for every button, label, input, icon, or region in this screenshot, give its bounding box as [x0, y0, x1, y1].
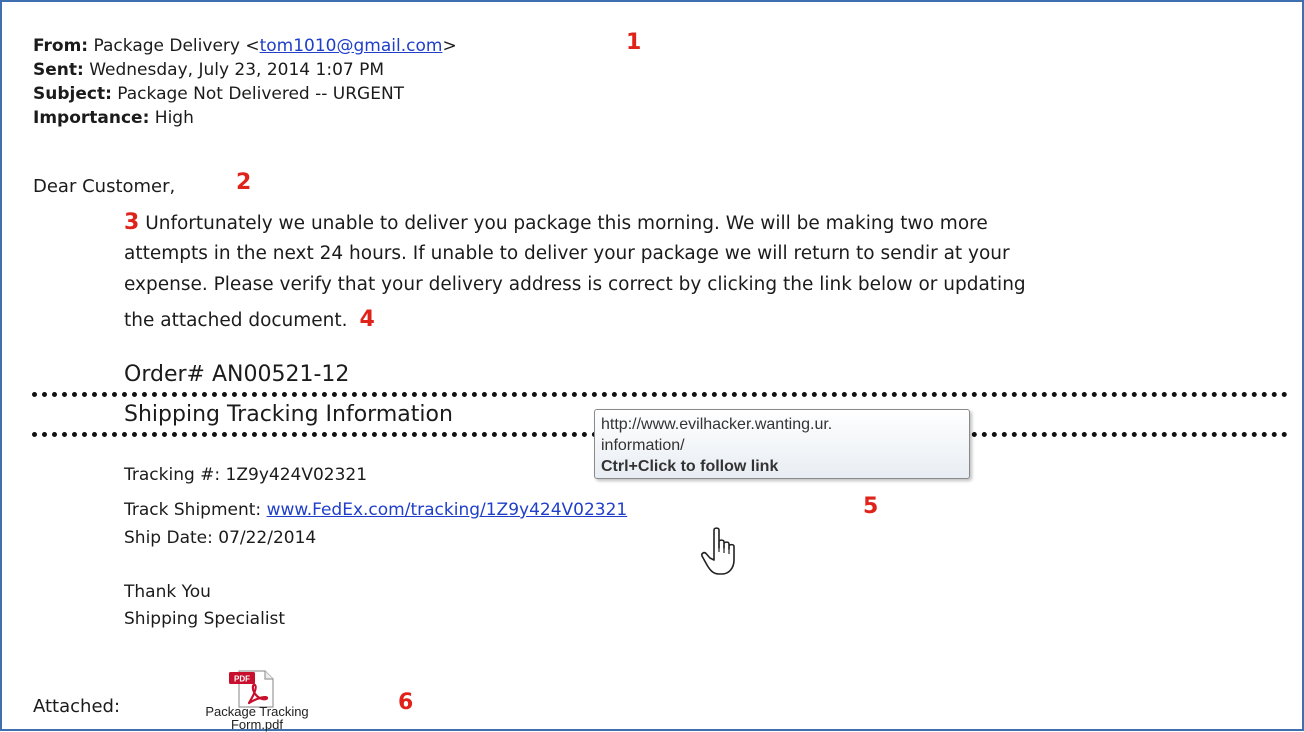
from-name: Package Delivery <: [93, 36, 260, 56]
marker-4: 4: [359, 307, 375, 332]
tooltip-hint: Ctrl+Click to follow link: [601, 458, 779, 475]
greeting: Dear Customer,: [33, 176, 176, 197]
tracking-link[interactable]: www.FedEx.com/tracking/1Z9y424V02321: [267, 500, 628, 520]
link-tooltip: http://www.evilhacker.wanting.ur. inform…: [594, 409, 970, 479]
body-line-2: attempts in the next 24 hours. If unable…: [124, 243, 1010, 264]
tooltip-url: http://www.evilhacker.wanting.ur. inform…: [601, 416, 833, 454]
body-line-1-text: Unfortunately we unable to deliver you p…: [145, 213, 988, 234]
importance-row: Importance: High: [33, 106, 194, 130]
hand-cursor-icon: [701, 527, 735, 575]
importance-value: High: [154, 108, 194, 128]
marker-1: 1: [626, 30, 642, 55]
subject-label: Subject:: [33, 84, 112, 104]
from-label: From:: [33, 36, 89, 56]
importance-label: Importance:: [33, 108, 150, 128]
sender-email-link[interactable]: tom1010@gmail.com: [260, 36, 443, 56]
dotted-divider-top: [32, 392, 1288, 397]
marker-5: 5: [863, 494, 879, 519]
from-row: From: Package Delivery <tom1010@gmail.co…: [33, 34, 457, 58]
body-line-1: 3 Unfortunately we unable to deliver you…: [124, 206, 988, 240]
subject-value: Package Not Delivered -- URGENT: [117, 84, 405, 104]
sent-row: Sent: Wednesday, July 23, 2014 1:07 PM: [33, 58, 384, 82]
marker-3: 3: [124, 210, 140, 235]
pdf-badge-text: PDF: [234, 675, 250, 684]
signature: Shipping Specialist: [124, 609, 286, 629]
marker-2: 2: [236, 170, 252, 195]
subject-row: Subject: Package Not Delivered -- URGENT: [33, 82, 404, 106]
ship-date: Ship Date: 07/22/2014: [124, 528, 317, 548]
track-shipment-label: Track Shipment:: [124, 500, 267, 520]
sent-label: Sent:: [33, 60, 84, 80]
body-line-4: the attached document. 4: [124, 303, 375, 337]
sent-value: Wednesday, July 23, 2014 1:07 PM: [89, 60, 385, 80]
attachment-filename[interactable]: Package Tracking Form.pdf: [172, 705, 342, 731]
thanks: Thank You: [124, 582, 211, 602]
tracking-number: Tracking #: 1Z9y424V02321: [124, 465, 368, 485]
body-line-4-text: the attached document.: [124, 310, 348, 331]
body-line-3: expense. Please verify that your deliver…: [124, 274, 1026, 295]
section-title: Shipping Tracking Information: [124, 402, 453, 427]
order-number: Order# AN00521-12: [124, 362, 350, 387]
track-shipment-row: Track Shipment: www.FedEx.com/tracking/1…: [124, 498, 627, 522]
attachment-label: Attached:: [33, 696, 121, 717]
pdf-file-icon[interactable]: PDF: [225, 669, 279, 709]
from-close: >: [442, 36, 457, 56]
marker-6: 6: [398, 690, 414, 715]
